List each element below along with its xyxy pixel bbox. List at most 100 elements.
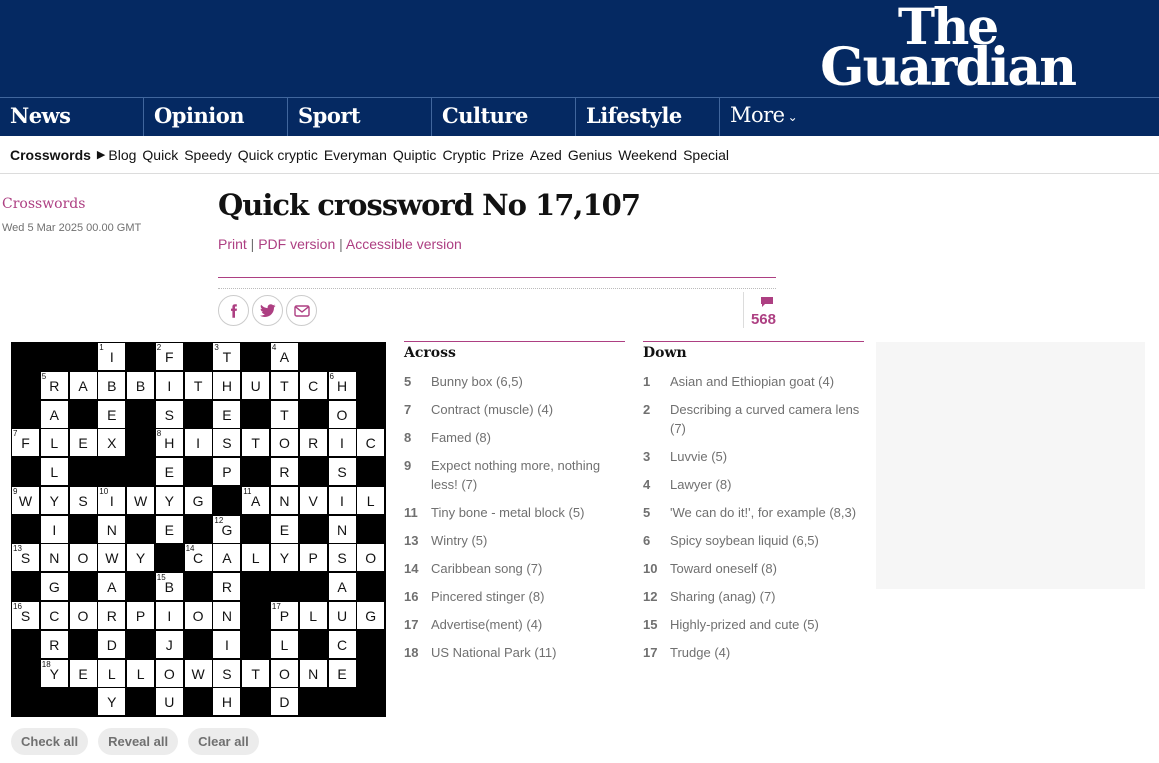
grid-cell[interactable]: 11 A bbox=[242, 486, 270, 514]
accessible-version-link[interactable]: Accessible version bbox=[346, 236, 462, 252]
grid-cell[interactable]: E bbox=[98, 400, 126, 428]
pillar-lifestyle[interactable]: Lifestyle bbox=[576, 98, 720, 136]
clue-across-8[interactable]: 8 Famed (8) bbox=[404, 428, 625, 447]
grid-cell[interactable]: D bbox=[270, 688, 298, 716]
clue-down-5[interactable]: 5 'We can do it!', for example (8,3) bbox=[643, 503, 864, 522]
grid-cell[interactable]: J bbox=[155, 630, 183, 658]
grid-cell[interactable]: N bbox=[40, 544, 68, 572]
clue-across-11[interactable]: 11 Tiny bone - metal block (5) bbox=[404, 503, 625, 522]
grid-cell[interactable]: 2F bbox=[155, 343, 183, 370]
grid-cell[interactable]: L bbox=[357, 486, 385, 514]
clue-down-6[interactable]: 6 Spicy soybean liquid (6,5) bbox=[643, 531, 864, 550]
grid-cell[interactable]: R bbox=[40, 630, 68, 658]
grid-cell[interactable]: 6H bbox=[328, 371, 356, 399]
grid-cell[interactable]: P bbox=[299, 544, 327, 572]
subnav-item-prize[interactable]: Prize bbox=[492, 147, 524, 163]
grid-cell[interactable]: O bbox=[328, 400, 356, 428]
grid-cell[interactable]: L bbox=[270, 630, 298, 658]
grid-cell[interactable]: O bbox=[357, 544, 385, 572]
grid-cell[interactable]: G bbox=[357, 601, 385, 629]
grid-cell[interactable]: P bbox=[127, 601, 155, 629]
grid-cell[interactable]: U bbox=[242, 371, 270, 399]
clue-across-18[interactable]: 18 US National Park (11) bbox=[404, 643, 625, 662]
clue-down-1[interactable]: 1 Asian and Ethiopian goat (4) bbox=[643, 372, 864, 391]
clue-across-17[interactable]: 17 Advertise(ment) (4) bbox=[404, 615, 625, 634]
subnav-item-genius[interactable]: Genius bbox=[568, 147, 612, 163]
grid-cell[interactable]: B bbox=[127, 371, 155, 399]
grid-cell[interactable]: O bbox=[270, 659, 298, 687]
grid-cell[interactable]: N bbox=[213, 601, 241, 629]
grid-cell[interactable]: 18 Y bbox=[40, 659, 68, 687]
grid-cell[interactable]: B bbox=[98, 371, 126, 399]
grid-cell[interactable]: C bbox=[357, 429, 385, 457]
grid-cell[interactable]: S bbox=[69, 486, 97, 514]
reveal-all-button[interactable]: Reveal all bbox=[98, 728, 179, 755]
grid-cell[interactable]: L bbox=[299, 601, 327, 629]
grid-cell[interactable]: E bbox=[155, 458, 183, 486]
grid-cell[interactable]: S bbox=[213, 659, 241, 687]
clue-across-13[interactable]: 13 Wintry (5) bbox=[404, 531, 625, 550]
grid-cell[interactable]: W bbox=[98, 544, 126, 572]
grid-cell[interactable]: C bbox=[40, 601, 68, 629]
grid-cell[interactable]: 9W bbox=[12, 486, 39, 514]
grid-cell[interactable]: D bbox=[98, 630, 126, 658]
subnav-item-special[interactable]: Special bbox=[683, 147, 729, 163]
grid-cell[interactable]: Y bbox=[98, 688, 126, 716]
grid-cell[interactable]: E bbox=[69, 659, 97, 687]
grid-cell[interactable]: 15 B bbox=[155, 573, 183, 601]
pillar-news[interactable]: News bbox=[0, 98, 144, 136]
grid-cell[interactable]: W bbox=[184, 659, 212, 687]
grid-cell[interactable]: L bbox=[98, 659, 126, 687]
grid-cell[interactable]: H bbox=[213, 371, 241, 399]
clue-across-5[interactable]: 5 Bunny box (6,5) bbox=[404, 372, 625, 391]
grid-cell[interactable]: N bbox=[98, 515, 126, 543]
grid-cell[interactable]: E bbox=[213, 400, 241, 428]
clue-across-16[interactable]: 16 Pincered stinger (8) bbox=[404, 587, 625, 606]
grid-cell[interactable]: A bbox=[328, 573, 356, 601]
grid-cell[interactable]: T bbox=[270, 371, 298, 399]
grid-cell[interactable]: R bbox=[299, 429, 327, 457]
grid-cell[interactable]: E bbox=[69, 429, 97, 457]
grid-cell[interactable]: P bbox=[213, 458, 241, 486]
grid-cell[interactable]: T bbox=[242, 659, 270, 687]
grid-cell[interactable]: O bbox=[69, 601, 97, 629]
subnav-item-everyman[interactable]: Everyman bbox=[324, 147, 387, 163]
grid-cell[interactable]: X bbox=[98, 429, 126, 457]
grid-cell[interactable]: T bbox=[270, 400, 298, 428]
grid-cell[interactable]: R bbox=[213, 573, 241, 601]
clue-down-15[interactable]: 15 Highly-prized and cute (5) bbox=[643, 615, 864, 634]
grid-cell[interactable]: E bbox=[155, 515, 183, 543]
grid-cell[interactable]: A bbox=[98, 573, 126, 601]
grid-cell[interactable]: R bbox=[98, 601, 126, 629]
grid-cell[interactable]: G bbox=[40, 573, 68, 601]
subnav-item-weekend[interactable]: Weekend bbox=[618, 147, 677, 163]
print-link[interactable]: Print bbox=[218, 236, 247, 252]
clue-down-10[interactable]: 10 Toward oneself (8) bbox=[643, 559, 864, 578]
section-link[interactable]: Crosswords bbox=[2, 196, 85, 212]
grid-cell[interactable]: S bbox=[213, 429, 241, 457]
grid-cell[interactable]: Y bbox=[270, 544, 298, 572]
subnav-item-cryptic[interactable]: Cryptic bbox=[442, 147, 486, 163]
grid-cell[interactable]: 14 C bbox=[184, 544, 212, 572]
grid-cell[interactable]: 12 G bbox=[213, 515, 241, 543]
grid-cell[interactable]: I bbox=[155, 601, 183, 629]
subnav-item-speedy[interactable]: Speedy bbox=[184, 147, 231, 163]
grid-cell[interactable]: L bbox=[127, 659, 155, 687]
grid-cell[interactable]: I bbox=[40, 515, 68, 543]
grid-cell[interactable]: N bbox=[270, 486, 298, 514]
grid-cell[interactable]: Y bbox=[127, 544, 155, 572]
comment-count-link[interactable]: 568 bbox=[743, 292, 776, 328]
subnav-item-quiptic[interactable]: Quiptic bbox=[393, 147, 437, 163]
grid-cell[interactable]: T bbox=[184, 371, 212, 399]
grid-cell[interactable]: 16 S bbox=[12, 601, 39, 629]
grid-cell[interactable]: R bbox=[270, 458, 298, 486]
grid-cell[interactable]: I bbox=[184, 429, 212, 457]
clue-down-4[interactable]: 4 Lawyer (8) bbox=[643, 475, 864, 494]
grid-cell[interactable]: C bbox=[299, 371, 327, 399]
grid-cell[interactable]: L bbox=[40, 458, 68, 486]
clear-all-button[interactable]: Clear all bbox=[188, 728, 259, 755]
grid-cell[interactable]: S bbox=[328, 544, 356, 572]
check-all-button[interactable]: Check all bbox=[11, 728, 89, 755]
pdf-version-link[interactable]: PDF version bbox=[258, 236, 335, 252]
subnav-item-quick-cryptic[interactable]: Quick cryptic bbox=[238, 147, 318, 163]
